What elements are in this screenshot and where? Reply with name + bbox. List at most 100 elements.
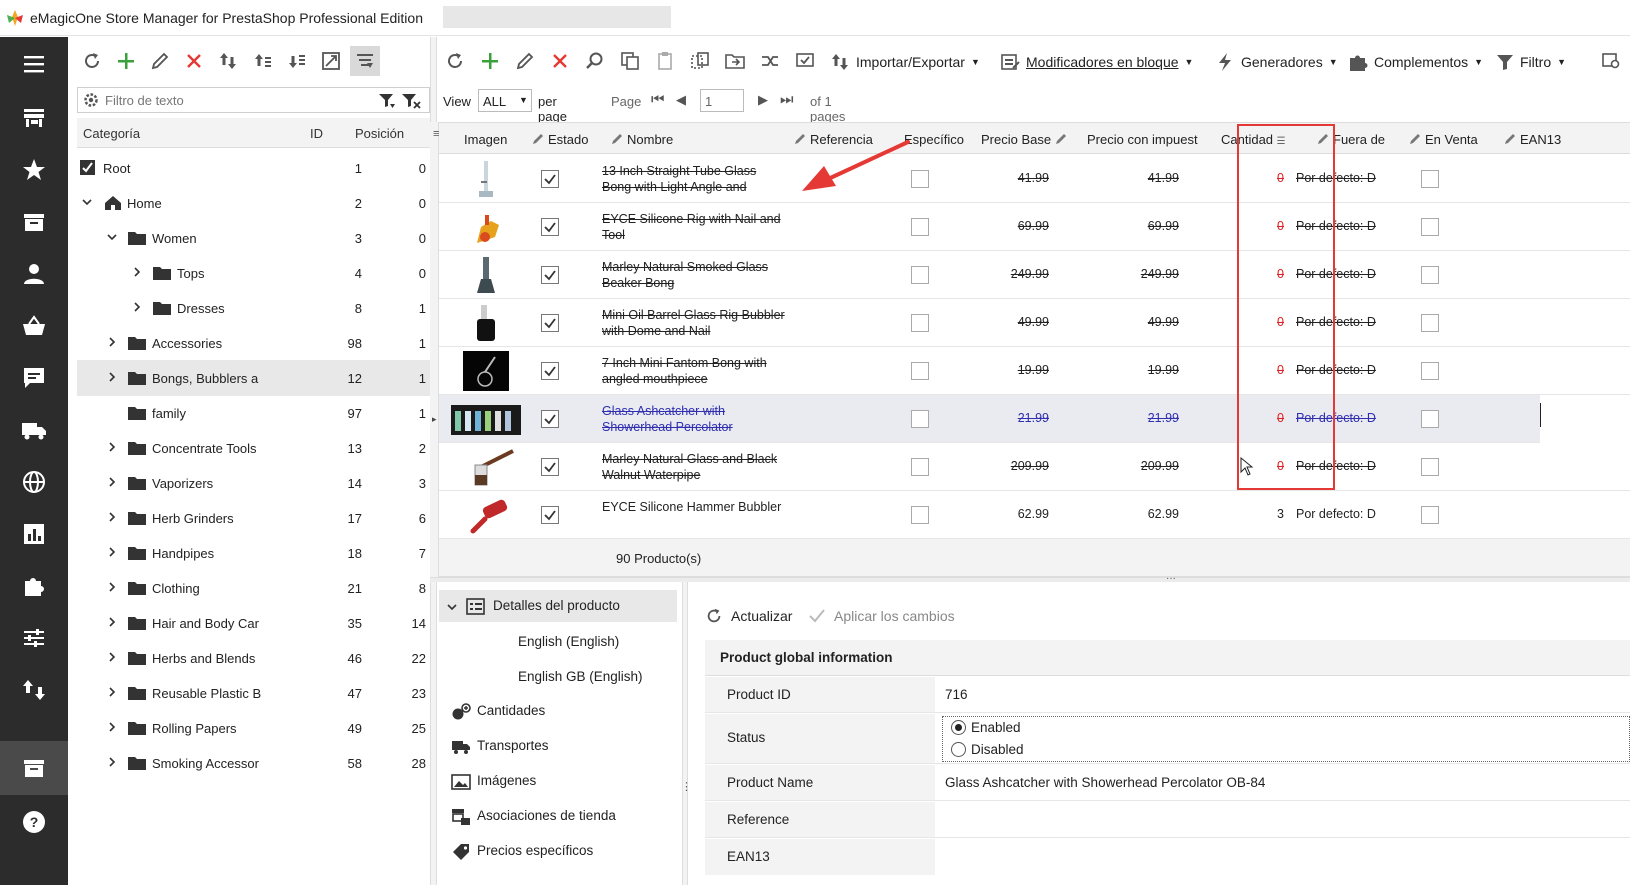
import-category-button[interactable]: [248, 46, 278, 76]
product-thumbnail[interactable]: [451, 351, 521, 391]
search-product-button[interactable]: [580, 46, 610, 76]
clear-filter-icon[interactable]: [401, 92, 421, 109]
filter-icon[interactable]: [378, 92, 396, 109]
product-row[interactable]: 13 Inch Straight Tube Glass Bong with Li…: [439, 155, 1630, 203]
category-row[interactable]: Reusable Plastic B 47 23: [77, 675, 430, 711]
category-row[interactable]: Home 2 0: [77, 185, 430, 221]
menu-button[interactable]: [0, 37, 68, 91]
refresh-categories-button[interactable]: [77, 46, 107, 76]
next-page-icon[interactable]: ▶: [758, 92, 768, 108]
copy-product-button[interactable]: [615, 46, 645, 76]
tree-quantities[interactable]: Cantidades: [451, 700, 671, 724]
category-row[interactable]: Women 3 0: [77, 220, 430, 256]
product-row[interactable]: EYCE Silicone Rig with Nail and Tool 69.…: [439, 203, 1630, 251]
nav-products-active[interactable]: [0, 741, 68, 795]
nav-languages[interactable]: [0, 455, 68, 509]
delete-product-button[interactable]: [545, 46, 575, 76]
delete-category-button[interactable]: [179, 46, 209, 76]
tree-shop-associations[interactable]: Asociaciones de tienda: [451, 805, 676, 829]
category-filter-input[interactable]: Filtro de texto: [77, 87, 430, 113]
category-row[interactable]: Handpipes 18 7: [77, 535, 430, 571]
category-row[interactable]: Rolling Papers 49 25: [77, 710, 430, 746]
view-select[interactable]: ALL ▼: [478, 89, 532, 112]
chevron-right-icon[interactable]: [106, 581, 118, 593]
nav-favorites[interactable]: [0, 143, 68, 197]
category-row[interactable]: Clothing 21 8: [77, 570, 430, 606]
first-page-icon[interactable]: ⏮: [651, 91, 665, 108]
nav-catalog[interactable]: [0, 195, 68, 249]
header-image[interactable]: Imagen: [464, 132, 507, 147]
nav-shipping[interactable]: [0, 403, 68, 457]
header-status[interactable]: Estado: [532, 132, 588, 147]
header-on-sale[interactable]: En Venta: [1409, 132, 1478, 147]
specific-checkbox[interactable]: [911, 314, 929, 332]
category-row[interactable]: Tops 4 0: [77, 255, 430, 291]
details-splitter[interactable]: [682, 582, 688, 885]
product-thumbnail[interactable]: [451, 207, 521, 247]
nav-orders[interactable]: [0, 299, 68, 353]
status-checkbox[interactable]: [541, 170, 559, 188]
nav-help[interactable]: ?: [0, 795, 68, 849]
nav-import-export[interactable]: [0, 663, 68, 717]
category-row[interactable]: Accessories 98 1: [77, 325, 430, 361]
tree-shipping[interactable]: Transportes: [451, 735, 671, 759]
refresh-details-button[interactable]: Actualizar: [705, 604, 792, 628]
nav-customers[interactable]: [0, 247, 68, 301]
prev-page-icon[interactable]: ◀: [676, 92, 686, 108]
status-checkbox[interactable]: [541, 410, 559, 428]
disabled-radio[interactable]: [951, 742, 966, 757]
specific-checkbox[interactable]: [911, 362, 929, 380]
tree-english[interactable]: English (English): [518, 634, 619, 649]
header-base-price[interactable]: Precio Base: [981, 132, 1071, 147]
category-row[interactable]: family 97 1: [77, 395, 430, 431]
category-row[interactable]: Root 1 0: [77, 150, 430, 186]
category-row[interactable]: Hair and Body Car 35 14: [77, 605, 430, 641]
nav-reports[interactable]: [0, 507, 68, 561]
category-row-selected[interactable]: Bongs, Bubblers a 12 1: [77, 360, 430, 396]
edit-category-button[interactable]: [145, 46, 175, 76]
tree-specific-prices[interactable]: Precios específicos: [451, 840, 671, 864]
chevron-right-icon[interactable]: [106, 336, 118, 348]
nav-messages[interactable]: [0, 351, 68, 405]
category-row[interactable]: Herb Grinders 17 6: [77, 500, 430, 536]
product-row[interactable]: Mini Oil Barrel Glass Rig Bubbler with D…: [439, 299, 1630, 347]
chevron-right-icon[interactable]: [106, 546, 118, 558]
specific-checkbox[interactable]: [911, 218, 929, 236]
chevron-right-icon[interactable]: [131, 266, 143, 278]
view-options-button[interactable]: [1596, 46, 1626, 76]
chevron-right-icon[interactable]: [106, 721, 118, 733]
duplicate-product-button[interactable]: [685, 46, 715, 76]
header-name[interactable]: Nombre: [611, 132, 673, 147]
chevron-right-icon[interactable]: [106, 616, 118, 628]
product-row[interactable]: EYCE Silicone Hammer Bubbler 62.99 62.99…: [439, 491, 1630, 539]
chevron-right-icon[interactable]: [106, 511, 118, 523]
reference-input[interactable]: [945, 806, 1615, 834]
product-thumbnail[interactable]: [451, 255, 521, 295]
move-category-button[interactable]: [213, 46, 243, 76]
tree-product-details[interactable]: Detalles del producto: [439, 590, 677, 622]
on-sale-checkbox[interactable]: [1421, 458, 1439, 476]
status-checkbox[interactable]: [541, 506, 559, 524]
approve-product-button[interactable]: [790, 46, 820, 76]
filter-menu[interactable]: Filtro ▼: [1496, 50, 1566, 74]
move-product-button[interactable]: [720, 46, 750, 76]
chevron-right-icon[interactable]: [131, 301, 143, 313]
nav-store[interactable]: [0, 91, 68, 145]
status-checkbox[interactable]: [541, 266, 559, 284]
product-row[interactable]: Marley Natural Smoked Glass Beaker Bong …: [439, 251, 1630, 299]
chevron-right-icon[interactable]: [106, 371, 118, 383]
expand-category-button[interactable]: [316, 46, 346, 76]
product-row[interactable]: Marley Natural Glass and Black Walnut Wa…: [439, 443, 1630, 491]
apply-changes-button[interactable]: Aplicar los cambios: [808, 604, 955, 628]
chevron-right-icon[interactable]: [106, 441, 118, 453]
chevron-right-icon[interactable]: [106, 756, 118, 768]
status-checkbox[interactable]: [541, 458, 559, 476]
status-checkbox[interactable]: [541, 362, 559, 380]
chevron-right-icon[interactable]: [106, 476, 118, 488]
on-sale-checkbox[interactable]: [1421, 410, 1439, 428]
on-sale-checkbox[interactable]: [1421, 314, 1439, 332]
on-sale-checkbox[interactable]: [1421, 362, 1439, 380]
specific-checkbox[interactable]: [911, 266, 929, 284]
import-export-menu[interactable]: Importar/Exportar ▼: [830, 50, 980, 74]
chevron-down-icon[interactable]: [81, 196, 93, 208]
